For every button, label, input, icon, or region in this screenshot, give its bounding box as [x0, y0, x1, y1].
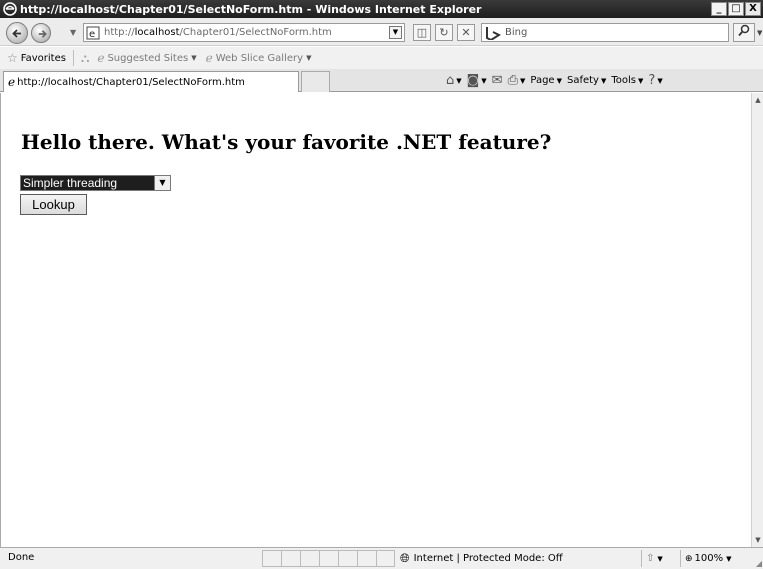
search-button[interactable]	[733, 23, 755, 42]
home-button[interactable]: ⌂ ▼	[446, 73, 462, 88]
help-icon: ?	[648, 73, 656, 88]
status-pane	[281, 550, 300, 567]
favorites-bar: ☆ Favorites ⛬ ℯ Suggested Sites ▼ ℯ Web …	[0, 47, 763, 69]
search-options-dropdown[interactable]: ▼	[757, 29, 762, 37]
refresh-icon: ↻	[439, 26, 449, 39]
zoom-level: 100%	[694, 553, 724, 564]
tab-label: http://localhost/Chapter01/SelectNoForm.…	[17, 76, 245, 88]
lookup-button[interactable]: Lookup	[20, 194, 87, 215]
status-pane	[338, 550, 357, 567]
close-button[interactable]: X	[745, 2, 761, 16]
ie-logo-icon: ℯ	[8, 75, 16, 89]
scroll-up-arrow-icon[interactable]: ▲	[753, 95, 763, 105]
print-button[interactable]: ⎙ ▼	[508, 73, 526, 88]
ie-page-icon: ℯ	[97, 51, 105, 65]
recent-pages-dropdown[interactable]: ▼	[70, 28, 76, 37]
feature-select[interactable]: Simpler threading ▼	[20, 175, 171, 191]
new-tab-button[interactable]	[301, 71, 330, 92]
window-title: http://localhost/Chapter01/SelectNoForm.…	[20, 2, 482, 16]
address-field[interactable]: e http://localhost/Chapter01/SelectNoFor…	[83, 23, 405, 42]
address-url: http://localhost/Chapter01/SelectNoForm.…	[104, 27, 332, 38]
forward-arrow-icon	[38, 30, 47, 38]
status-panes	[262, 550, 395, 567]
status-text: Done	[8, 552, 35, 563]
ie-logo-icon	[3, 2, 17, 16]
url-host: localhost	[134, 27, 180, 38]
search-placeholder: Bing	[505, 27, 528, 38]
tab-strip: ℯ http://localhost/Chapter01/SelectNoFor…	[0, 69, 763, 92]
protected-mode-button[interactable]: ⇧ ▼	[641, 550, 678, 567]
back-arrow-icon	[12, 29, 21, 38]
tools-menu-label: Tools	[611, 75, 637, 86]
globe-icon: 🌐︎	[400, 551, 410, 565]
search-input[interactable]: Bing	[481, 23, 729, 42]
tab-active-page[interactable]: ℯ http://localhost/Chapter01/SelectNoFor…	[3, 71, 299, 92]
feature-select-value: Simpler threading	[21, 176, 154, 190]
forward-button[interactable]	[31, 23, 51, 43]
page-menu[interactable]: Page ▼	[530, 75, 562, 86]
safety-menu[interactable]: Safety ▼	[567, 75, 606, 86]
status-pane	[262, 550, 281, 567]
bing-icon	[486, 26, 501, 40]
page-heading: Hello there. What's your favorite .NET f…	[21, 130, 552, 154]
add-to-favorites-icon[interactable]: ⛬	[81, 51, 89, 66]
compatibility-view-button[interactable]: ◫	[413, 24, 431, 41]
scroll-down-arrow-icon[interactable]: ▼	[753, 535, 763, 545]
feeds-button[interactable]: ◙ ▼	[467, 73, 487, 88]
zoom-icon: ⊕	[685, 553, 693, 564]
security-zone-label: Internet | Protected Mode: Off	[413, 553, 563, 564]
maximize-button[interactable]: □	[728, 2, 744, 16]
stop-button[interactable]: ✕	[457, 24, 475, 41]
stop-icon: ✕	[461, 26, 471, 39]
suggested-sites-link[interactable]: ℯ Suggested Sites ▼	[97, 51, 205, 65]
mail-icon: ✉	[491, 73, 503, 88]
status-pane	[319, 550, 338, 567]
status-bar: Done 🌐︎ Internet | Protected Mode: Off ⇧…	[0, 547, 763, 569]
status-pane	[376, 550, 395, 567]
chevron-down-icon: ▼	[306, 54, 312, 62]
resize-grip-icon[interactable]: ◢	[756, 559, 762, 568]
suggested-sites-label: Suggested Sites	[107, 52, 189, 64]
chevron-down-icon[interactable]: ▼	[154, 176, 170, 190]
search-icon	[738, 24, 750, 37]
web-slice-gallery-label: Web Slice Gallery	[215, 52, 304, 64]
home-icon: ⌂	[446, 73, 455, 88]
protected-mode-icon: ⇧	[646, 553, 655, 564]
favorites-star-icon: ☆	[7, 51, 18, 65]
minimize-button[interactable]: _	[711, 2, 727, 16]
command-bar: ⌂ ▼ ◙ ▼ ✉ ⎙ ▼ Page ▼ Safety ▼ Tools ▼ ? ▼	[446, 73, 663, 88]
status-pane	[357, 550, 376, 567]
address-dropdown-button[interactable]: ▼	[389, 26, 402, 39]
safety-menu-label: Safety	[566, 75, 599, 86]
chevron-down-icon: ▼	[191, 54, 197, 62]
print-icon: ⎙	[507, 73, 518, 88]
feeds-icon: ◙	[466, 73, 480, 88]
favorites-button[interactable]: ☆ Favorites	[0, 51, 66, 65]
web-slice-gallery-link[interactable]: ℯ Web Slice Gallery ▼	[206, 51, 321, 65]
page-menu-label: Page	[530, 75, 555, 86]
back-button[interactable]	[6, 22, 28, 44]
navigation-bar: ▼ e http://localhost/Chapter01/SelectNoF…	[0, 18, 763, 46]
mail-button[interactable]: ✉	[492, 73, 503, 88]
status-pane	[300, 550, 319, 567]
favorites-divider	[72, 50, 74, 66]
favorites-label: Favorites	[20, 52, 66, 64]
url-prefix: http://	[104, 27, 135, 38]
compatibility-icon: ◫	[416, 26, 428, 39]
help-button[interactable]: ? ▼	[648, 73, 662, 88]
page-content: Hello there. What's your favorite .NET f…	[0, 93, 751, 547]
url-path: /Chapter01/SelectNoForm.htm	[179, 27, 332, 38]
refresh-button[interactable]: ↻	[435, 24, 453, 41]
vertical-scrollbar[interactable]: ▲ ▼	[751, 93, 763, 547]
page-icon: e	[86, 26, 100, 40]
window-title-bar: http://localhost/Chapter01/SelectNoForm.…	[0, 0, 763, 18]
tools-menu[interactable]: Tools ▼	[611, 75, 643, 86]
security-zone[interactable]: 🌐︎ Internet | Protected Mode: Off	[400, 551, 563, 566]
zoom-button[interactable]: ⊕ 100% ▼	[680, 550, 750, 567]
ie-page-icon: ℯ	[205, 51, 213, 65]
svg-text:e: e	[89, 29, 95, 40]
